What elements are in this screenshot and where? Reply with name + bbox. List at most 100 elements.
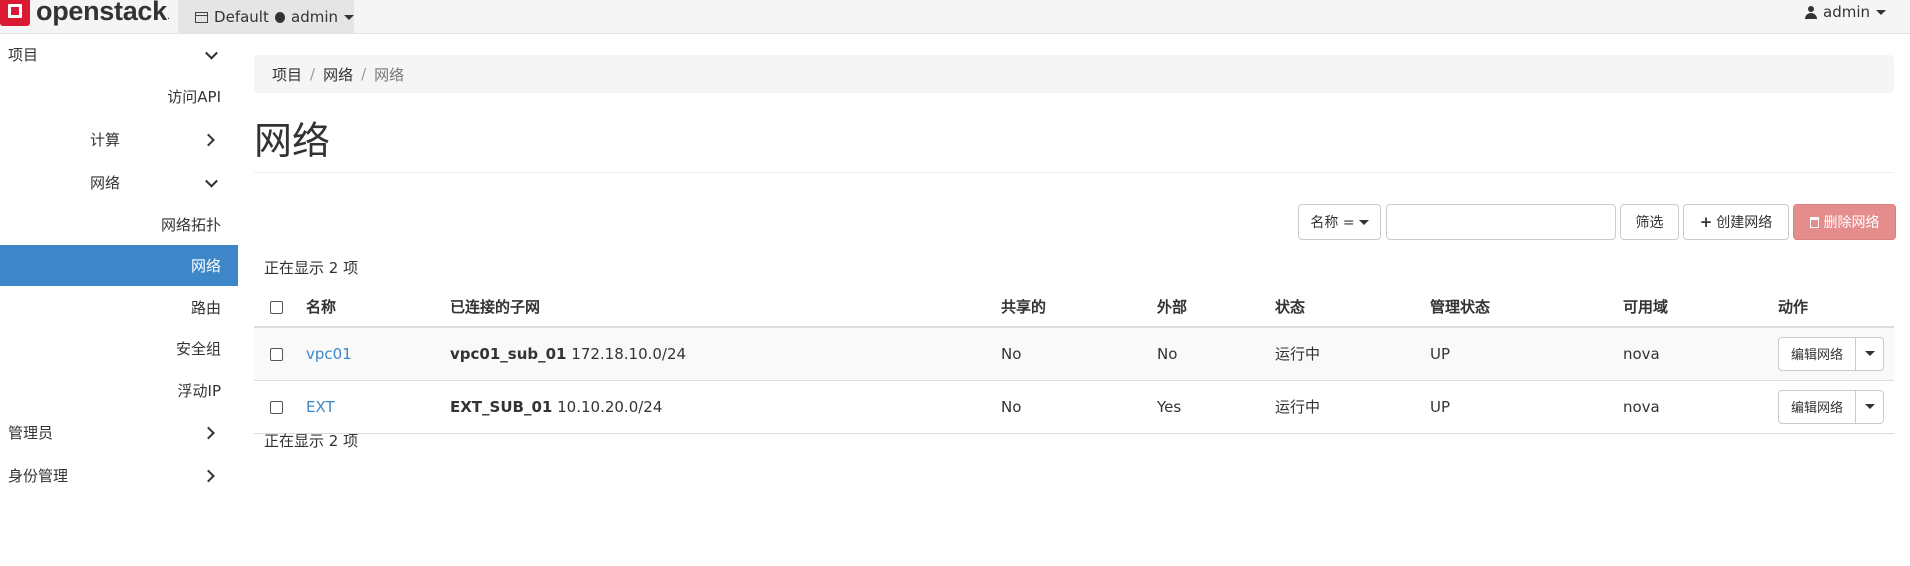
select-all-checkbox[interactable]	[270, 300, 283, 314]
subnet-cell: vpc01_sub_01 172.18.10.0/24	[450, 327, 1001, 381]
col-status[interactable]: 状态	[1275, 287, 1430, 328]
col-az[interactable]: 可用域	[1623, 287, 1778, 328]
subnet-cell: EXT_SUB_01 10.10.20.0/24	[450, 380, 1001, 434]
network-name-cell: EXT	[306, 380, 450, 434]
caret-down-icon	[1358, 219, 1369, 225]
shared-cell: No	[1001, 380, 1157, 434]
row-actions-dropdown[interactable]	[1856, 336, 1884, 371]
row-checkbox[interactable]	[270, 347, 283, 361]
delete-networks-button[interactable]: 删除网络	[1793, 204, 1896, 240]
caret-down-icon	[1864, 351, 1875, 357]
sidebar-item-network-group[interactable]: 网络	[0, 161, 238, 204]
create-network-button[interactable]: + 创建网络	[1683, 204, 1789, 240]
row-checkbox[interactable]	[270, 400, 283, 414]
row-actions: 编辑网络	[1778, 336, 1894, 371]
user-name: admin	[1823, 3, 1870, 21]
caret-down-icon	[344, 14, 354, 20]
sidebar-item-compute[interactable]: 计算	[0, 118, 238, 161]
admin-state-cell: UP	[1430, 380, 1623, 434]
chevron-right-icon	[202, 133, 215, 146]
edit-network-button[interactable]: 编辑网络	[1778, 389, 1856, 424]
sidebar: 项目 访问API 计算 网络 网络拓扑 网络 路由 安全组 浮动IP 管理员 身…	[0, 34, 238, 497]
actions-cell: 编辑网络	[1778, 327, 1894, 381]
row-actions-dropdown[interactable]	[1856, 389, 1884, 424]
table-header-row: 名称 已连接的子网 共享的 外部 状态 管理状态 可用域 动作	[254, 287, 1894, 328]
project-icon	[195, 11, 209, 23]
breadcrumb-separator: /	[310, 65, 316, 83]
filter-button[interactable]: 筛选	[1620, 204, 1679, 240]
chevron-right-icon	[202, 469, 215, 482]
user-menu[interactable]: admin	[1805, 0, 1886, 24]
filter-field-label: 名称 =	[1310, 215, 1355, 231]
caret-down-icon	[1864, 404, 1875, 409]
network-name-cell: vpc01	[306, 327, 450, 381]
project-switcher[interactable]: Default admin	[178, 0, 354, 34]
admin-state-cell: UP	[1430, 327, 1623, 381]
create-network-label: 创建网络	[1716, 215, 1773, 231]
sidebar-item-api-access[interactable]: 访问API	[0, 75, 238, 118]
row-select-cell	[254, 380, 306, 434]
subnet-cidr: 172.18.10.0/24	[571, 344, 687, 363]
status-cell: 运行中	[1275, 327, 1430, 381]
sidebar-item-label: 访问API	[167, 88, 221, 106]
breadcrumb-separator: /	[361, 65, 367, 83]
chevron-down-icon	[205, 174, 218, 188]
row-actions: 编辑网络	[1778, 389, 1894, 424]
sidebar-item-label: 路由	[190, 298, 221, 317]
sidebar-item-label: 管理员	[8, 424, 54, 442]
sidebar-item-routers[interactable]: 路由	[0, 286, 238, 328]
top-navbar: openstack . Default admin admin	[0, 0, 1910, 34]
sidebar-item-security-groups[interactable]: 安全组	[0, 328, 238, 369]
openstack-logo-icon	[0, 0, 30, 26]
table-row: EXT EXT_SUB_01 10.10.20.0/24 No Yes 运行中 …	[254, 380, 1894, 434]
brand-name: openstack	[36, 0, 167, 26]
network-name-link[interactable]: EXT	[306, 398, 335, 416]
col-admin-state[interactable]: 管理状态	[1430, 287, 1623, 328]
edit-network-button[interactable]: 编辑网络	[1778, 336, 1856, 371]
breadcrumb: 项目 / 网络 / 网络	[254, 55, 1894, 93]
sidebar-item-label: 网络	[190, 257, 221, 275]
item-count-bottom: 正在显示 2 项	[264, 432, 359, 450]
network-name-link[interactable]: vpc01	[306, 345, 352, 363]
sidebar-item-floating-ips[interactable]: 浮动IP	[0, 369, 238, 411]
subnet-cidr: 10.10.20.0/24	[557, 397, 663, 416]
col-external[interactable]: 外部	[1157, 287, 1275, 328]
trash-icon	[1809, 216, 1819, 228]
delete-networks-label: 删除网络	[1823, 215, 1880, 231]
status-cell: 运行中	[1275, 380, 1430, 434]
sidebar-item-label: 网络	[90, 174, 121, 192]
sidebar-item-networks[interactable]: 网络	[0, 245, 238, 286]
item-count-top: 正在显示 2 项	[264, 259, 359, 277]
external-cell: No	[1157, 327, 1275, 381]
filter-field-select[interactable]: 名称 =	[1298, 204, 1381, 240]
col-name[interactable]: 名称	[306, 287, 450, 328]
sidebar-item-label: 项目	[8, 46, 39, 64]
col-actions: 动作	[1778, 287, 1894, 328]
sidebar-item-label: 浮动IP	[177, 381, 221, 400]
sidebar-item-label: 计算	[90, 131, 121, 149]
brand-logo[interactable]: openstack .	[0, 0, 170, 28]
col-shared[interactable]: 共享的	[1001, 287, 1157, 328]
col-subnets[interactable]: 已连接的子网	[450, 287, 1001, 328]
subnet-name: vpc01_sub_01	[450, 344, 567, 363]
table-row: vpc01 vpc01_sub_01 172.18.10.0/24 No No …	[254, 327, 1894, 381]
caret-down-icon	[1876, 9, 1886, 15]
chevron-down-icon	[205, 46, 218, 60]
az-cell: nova	[1623, 327, 1778, 381]
brand-mark: .	[166, 10, 171, 22]
breadcrumb-item-current: 网络	[374, 65, 405, 84]
sidebar-item-admin[interactable]: 管理员	[0, 411, 238, 454]
breadcrumb-item[interactable]: 网络	[323, 64, 353, 85]
filter-input[interactable]	[1386, 204, 1616, 240]
plus-icon: +	[1699, 213, 1713, 231]
sidebar-item-project[interactable]: 项目	[0, 34, 238, 75]
sidebar-item-label: 网络拓扑	[160, 216, 221, 234]
domain-name: Default	[214, 8, 269, 26]
sidebar-item-network-topology[interactable]: 网络拓扑	[0, 204, 238, 245]
actions-cell: 编辑网络	[1778, 380, 1894, 434]
shared-cell: No	[1001, 327, 1157, 381]
page-title: 网络	[254, 119, 331, 163]
external-cell: Yes	[1157, 380, 1275, 434]
breadcrumb-item[interactable]: 项目	[272, 64, 302, 85]
sidebar-item-identity[interactable]: 身份管理	[0, 454, 238, 497]
